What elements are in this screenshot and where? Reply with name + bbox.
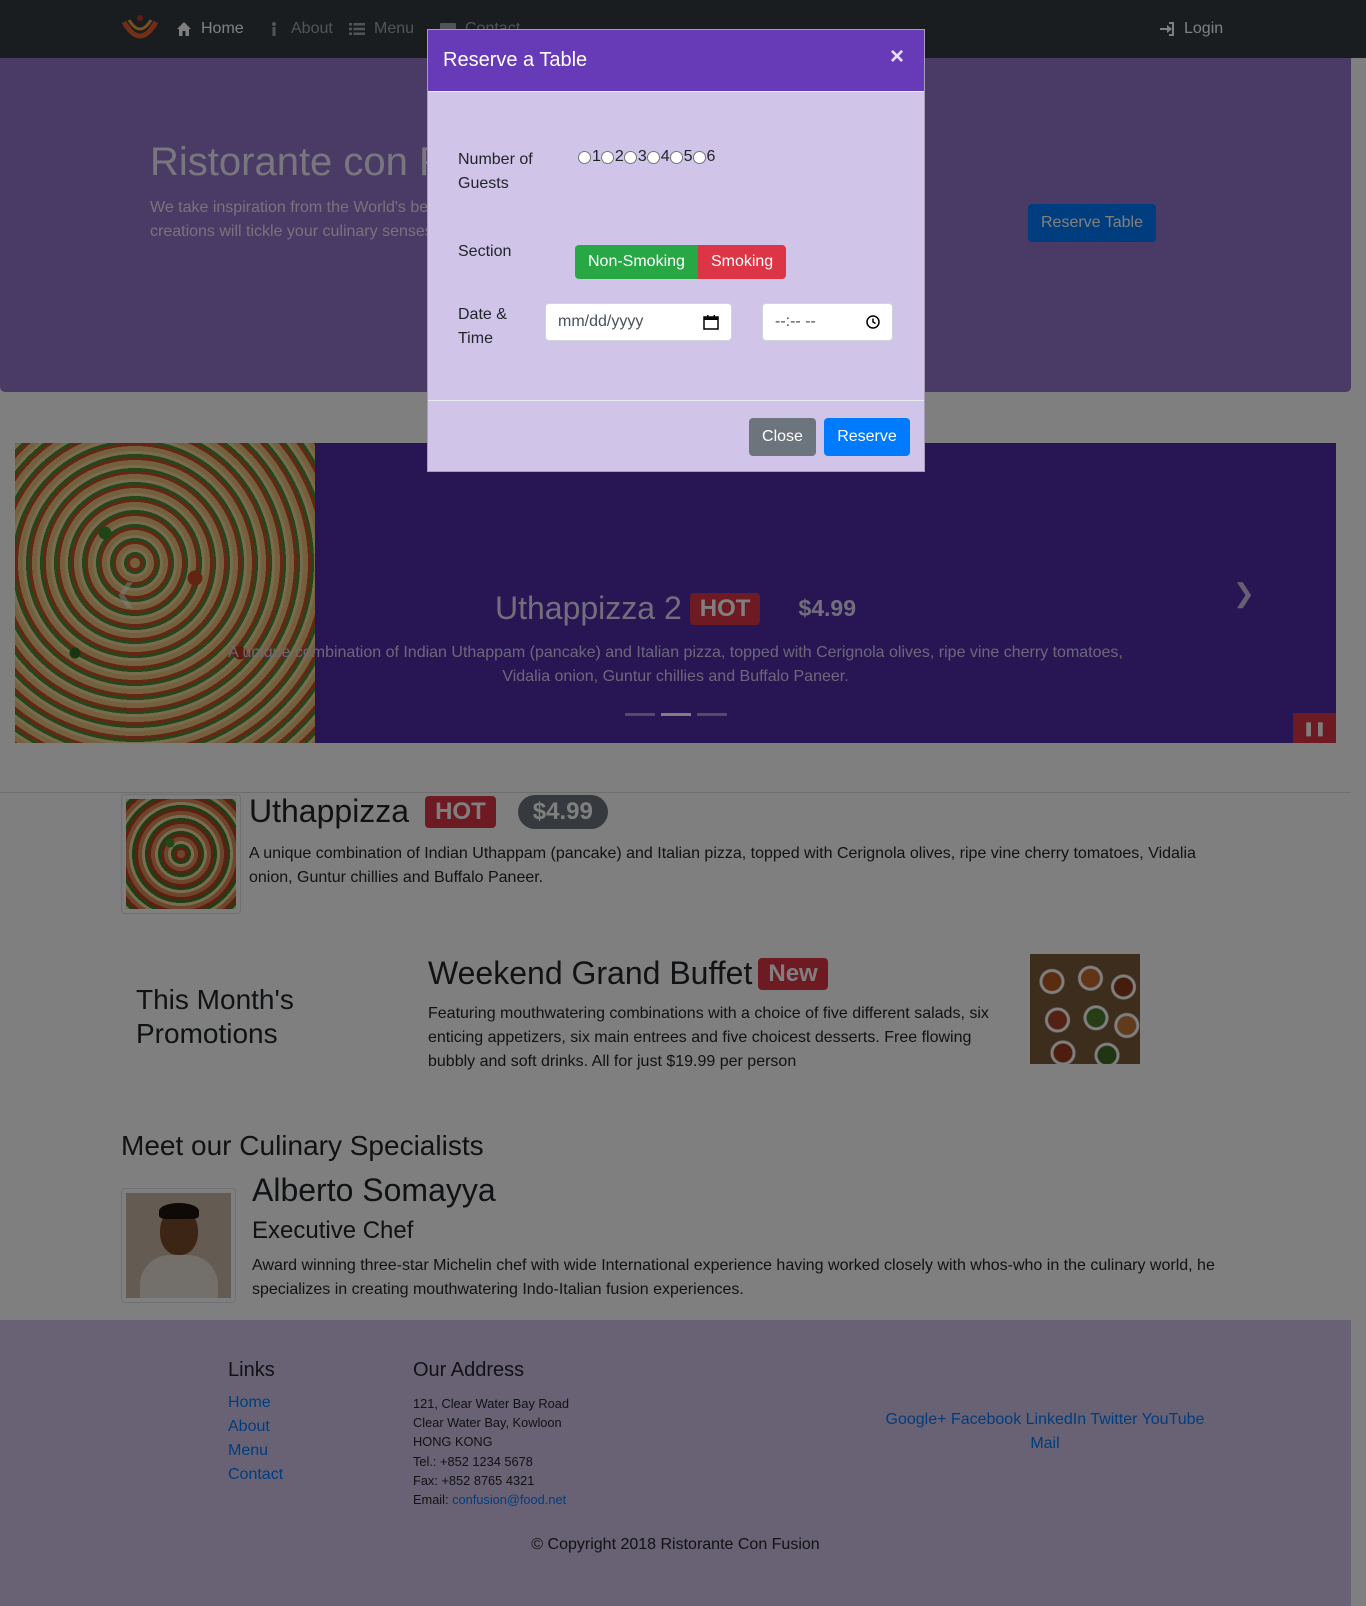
reserve-modal: Reserve a Table × Number of Guests 1 2 3… xyxy=(427,29,925,472)
close-icon[interactable]: × xyxy=(890,45,904,69)
guests-label: Number of Guests xyxy=(458,148,533,196)
guest-radio-5[interactable]: 5 xyxy=(669,148,693,166)
guests-label-line: Number of xyxy=(458,151,533,168)
modal-title: Reserve a Table xyxy=(443,49,588,71)
section-toggle: Non-Smoking Smoking xyxy=(575,245,787,279)
guest-radio-label: 5 xyxy=(683,148,693,165)
datetime-label-line: Time xyxy=(458,330,493,347)
guest-radio-3[interactable]: 3 xyxy=(623,148,647,166)
guest-radio-label: 3 xyxy=(637,148,647,165)
modal-footer-divider xyxy=(428,400,924,401)
section-label: Section xyxy=(458,243,512,260)
guest-options: 1 2 3 4 5 6 xyxy=(578,148,715,166)
smoking-button[interactable]: Smoking xyxy=(697,245,787,279)
guests-label-line: Guests xyxy=(458,175,509,192)
close-button[interactable]: Close xyxy=(749,418,816,456)
time-input[interactable]: --:-- -- xyxy=(762,303,893,341)
time-placeholder: --:-- -- xyxy=(775,313,816,330)
reserve-button[interactable]: Reserve xyxy=(824,418,910,456)
guest-radio-2[interactable]: 2 xyxy=(600,148,624,166)
guest-radio-4[interactable]: 4 xyxy=(646,148,670,166)
guest-radio-6[interactable]: 6 xyxy=(692,148,716,166)
datetime-label-line: Date & xyxy=(458,306,507,323)
guest-radio-label: 6 xyxy=(706,148,716,165)
date-input[interactable]: mm/dd/yyyy xyxy=(545,303,732,341)
non-smoking-button[interactable]: Non-Smoking xyxy=(575,245,698,279)
guest-radio-label: 1 xyxy=(592,148,601,165)
datetime-label: Date & Time xyxy=(458,303,507,351)
guest-radio-1[interactable]: 1 xyxy=(578,148,601,166)
calendar-icon[interactable] xyxy=(703,314,719,330)
modal-header: Reserve a Table × xyxy=(428,30,924,92)
guest-radio-label: 2 xyxy=(614,148,624,165)
guest-radio-label: 4 xyxy=(660,148,670,165)
date-placeholder: mm/dd/yyyy xyxy=(558,313,644,330)
clock-icon[interactable] xyxy=(866,315,880,329)
